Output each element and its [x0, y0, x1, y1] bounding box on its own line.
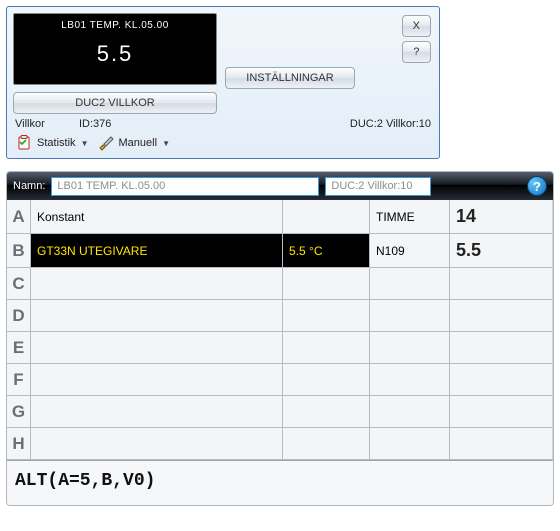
row-header: D	[7, 300, 31, 332]
manual-label: Manuell	[119, 137, 158, 149]
row-header: C	[7, 268, 31, 300]
cell-val4[interactable]	[450, 332, 552, 364]
name-label: Namn:	[13, 180, 45, 192]
cell-val2[interactable]	[283, 428, 370, 460]
close-button[interactable]: X	[402, 15, 431, 37]
villkor-label: Villkor	[15, 118, 79, 130]
duc-villkor-button[interactable]: DUC2 VILLKOR	[13, 92, 217, 114]
cell-name[interactable]	[31, 268, 283, 300]
cell-val2[interactable]	[283, 332, 370, 364]
cell-val3[interactable]	[370, 300, 450, 332]
help-icon[interactable]: ?	[527, 176, 547, 196]
clipboard-icon	[15, 134, 33, 152]
duc-label: DUC:2 Villkor:10	[350, 118, 431, 130]
cell-name[interactable]: Konstant	[31, 200, 283, 234]
cell-val2[interactable]	[283, 364, 370, 396]
chevron-down-icon: ▼	[162, 139, 170, 148]
cell-val2[interactable]	[283, 268, 370, 300]
lcd-display: LB01 TEMP. KL.05.00 5.5	[13, 13, 217, 85]
cell-name[interactable]	[31, 332, 283, 364]
help-button[interactable]: ?	[402, 41, 431, 63]
settings-button[interactable]: INSTÄLLNINGAR	[225, 67, 355, 89]
cell-val4[interactable]: 14	[450, 200, 552, 234]
lcd-title: LB01 TEMP. KL.05.00	[14, 14, 216, 31]
id-label: ID:376	[79, 118, 111, 130]
cell-name[interactable]	[31, 396, 283, 428]
cell-val4[interactable]	[450, 396, 552, 428]
cell-val3[interactable]	[370, 332, 450, 364]
cell-name[interactable]: GT33N UTEGIVARE	[31, 234, 283, 268]
cell-name[interactable]	[31, 300, 283, 332]
name-input[interactable]	[51, 177, 319, 196]
cell-val4[interactable]	[450, 268, 552, 300]
duc-input[interactable]	[325, 177, 431, 196]
formula-bar[interactable]: ALT(A=5,B,V0)	[7, 460, 553, 505]
cell-name[interactable]	[31, 364, 283, 396]
cell-val4[interactable]	[450, 364, 552, 396]
row-header: G	[7, 396, 31, 428]
cell-val4[interactable]: 5.5	[450, 234, 552, 268]
cell-val2[interactable]	[283, 300, 370, 332]
row-header: E	[7, 332, 31, 364]
cell-val2[interactable]	[283, 396, 370, 428]
cell-val3[interactable]	[370, 396, 450, 428]
cell-val3[interactable]	[370, 428, 450, 460]
lcd-value: 5.5	[14, 41, 216, 67]
cell-val3[interactable]: N109	[370, 234, 450, 268]
editor-panel: Namn: ? A Konstant TIMME 14 B GT33N UTEG…	[6, 171, 554, 506]
statistics-dropdown[interactable]: Statistik ▼	[37, 137, 89, 149]
manual-dropdown[interactable]: Manuell ▼	[119, 137, 171, 149]
cell-val4[interactable]	[450, 428, 552, 460]
row-header: B	[7, 234, 31, 268]
cell-val2[interactable]: 5.5 °C	[283, 234, 370, 268]
cell-val2[interactable]	[283, 200, 370, 234]
row-header: H	[7, 428, 31, 460]
cell-name[interactable]	[31, 428, 283, 460]
cell-val3[interactable]	[370, 364, 450, 396]
editor-titlebar: Namn: ?	[7, 172, 553, 200]
row-header: F	[7, 364, 31, 396]
row-header: A	[7, 200, 31, 234]
cell-val3[interactable]: TIMME	[370, 200, 450, 234]
variable-grid: A Konstant TIMME 14 B GT33N UTEGIVARE 5.…	[7, 200, 553, 460]
statistics-label: Statistik	[37, 137, 76, 149]
cell-val3[interactable]	[370, 268, 450, 300]
control-panel: X ? LB01 TEMP. KL.05.00 5.5 INSTÄLLNINGA…	[6, 6, 440, 159]
chevron-down-icon: ▼	[81, 139, 89, 148]
brush-icon	[97, 134, 115, 152]
cell-val4[interactable]	[450, 300, 552, 332]
